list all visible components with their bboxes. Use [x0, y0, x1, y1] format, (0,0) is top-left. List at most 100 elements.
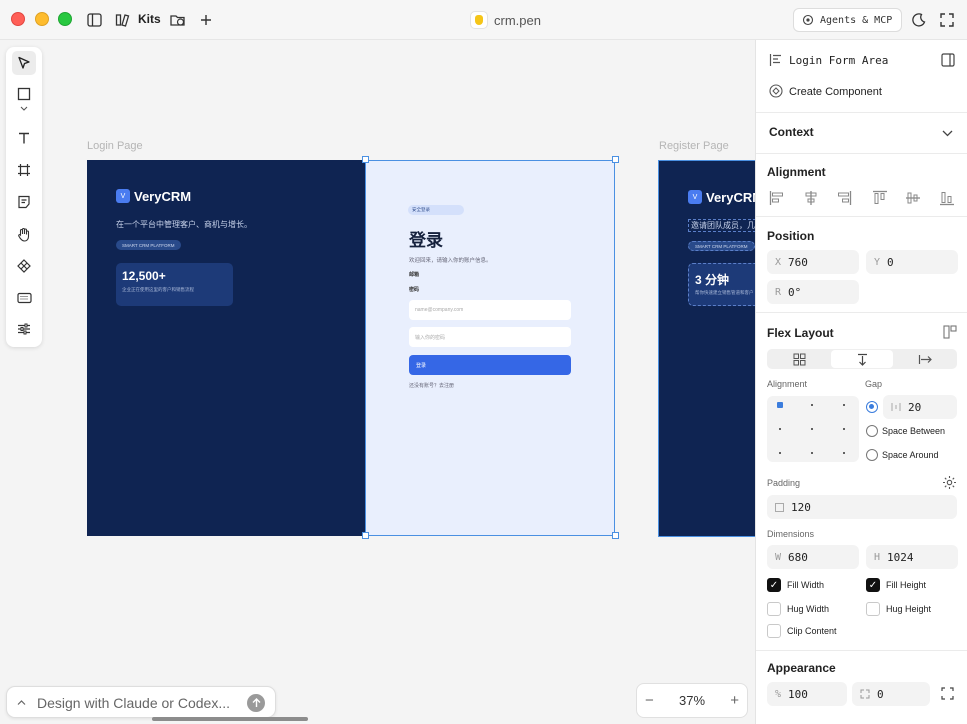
space-around-label[interactable]: Space Around	[882, 450, 939, 460]
kits-icon[interactable]	[113, 11, 131, 29]
toggle-panel-icon[interactable]	[941, 53, 955, 67]
gap-value[interactable]: 20	[908, 401, 921, 414]
email-input[interactable]: name@company.com	[409, 300, 571, 320]
alignment-cell[interactable]	[811, 452, 813, 454]
height-field[interactable]: H 1024	[866, 545, 958, 569]
x-field[interactable]: X 760	[767, 250, 859, 274]
radius-value[interactable]: 0	[877, 688, 884, 701]
selection-handle[interactable]	[612, 156, 619, 163]
hug-width-label[interactable]: Hug Width	[787, 604, 829, 614]
sidebar-toggle-icon[interactable]	[85, 11, 103, 29]
gap-radio[interactable]	[866, 401, 878, 413]
fullscreen-icon[interactable]	[938, 11, 956, 29]
alignment-cell[interactable]	[779, 452, 781, 454]
clip-content-checkbox[interactable]	[767, 624, 781, 638]
layout-horizontal-option[interactable]	[894, 350, 956, 368]
settings-sliders-icon[interactable]	[12, 317, 36, 341]
space-around-radio[interactable]	[866, 449, 878, 461]
layout-grid-option[interactable]	[768, 350, 830, 368]
kits-menu[interactable]: Kits	[138, 12, 161, 26]
expand-corners-icon[interactable]	[941, 687, 954, 700]
chevron-down-icon[interactable]	[942, 130, 953, 137]
selection-handle[interactable]	[362, 156, 369, 163]
padding-value[interactable]: 120	[791, 501, 811, 514]
zoom-level[interactable]: 37%	[679, 693, 705, 708]
zoom-window-button[interactable]	[58, 12, 72, 26]
alignment-selected-cell[interactable]	[777, 402, 783, 408]
align-right-icon[interactable]	[836, 190, 852, 206]
gap-field[interactable]: 20	[883, 395, 957, 419]
prompt-input[interactable]: Design with Claude or Codex...	[37, 695, 230, 711]
hug-width-checkbox[interactable]	[767, 602, 781, 616]
clip-content-label[interactable]: Clip Content	[787, 626, 837, 636]
register-link[interactable]: 还没有账号？去注册	[409, 382, 454, 389]
padding-settings-gear-icon[interactable]	[942, 475, 957, 490]
corner-radius-field[interactable]: 0	[852, 682, 930, 706]
create-component-button[interactable]: Create Component	[789, 86, 882, 98]
login-frame-label[interactable]: Login Page	[87, 140, 143, 152]
alignment-cell[interactable]	[811, 404, 813, 406]
shape-dropdown-chevron-icon[interactable]	[12, 103, 36, 115]
padding-field[interactable]: 120	[767, 495, 957, 519]
h-value[interactable]: 1024	[887, 551, 914, 564]
folder-clock-icon[interactable]	[169, 11, 187, 29]
alignment-cell[interactable]	[843, 452, 845, 454]
alignment-cell[interactable]	[811, 428, 813, 430]
keyboard-icon[interactable]	[12, 286, 36, 310]
x-value[interactable]: 760	[788, 256, 808, 269]
login-hero-panel[interactable]	[87, 160, 365, 536]
selection-handle[interactable]	[362, 532, 369, 539]
login-button[interactable]: 登录	[409, 355, 571, 375]
layer-name[interactable]: Login Form Area	[789, 54, 888, 67]
hug-height-label[interactable]: Hug Height	[886, 604, 931, 614]
w-value[interactable]: 680	[788, 551, 808, 564]
add-tab-icon[interactable]	[197, 11, 215, 29]
hand-tool-icon[interactable]	[12, 222, 36, 246]
component-tool-icon[interactable]	[12, 254, 36, 278]
login-form-area[interactable]	[365, 160, 615, 536]
align-top-icon[interactable]	[872, 190, 888, 206]
fill-height-checkbox[interactable]: ✓	[866, 578, 880, 592]
align-bottom-icon[interactable]	[939, 190, 955, 206]
y-value[interactable]: 0	[887, 256, 894, 269]
space-between-radio[interactable]	[866, 425, 878, 437]
alignment-cell[interactable]	[779, 428, 781, 430]
selection-handle[interactable]	[612, 532, 619, 539]
agents-mcp-button[interactable]: Agents & MCP	[793, 8, 903, 32]
register-page-frame[interactable]: V VeryCRM 邀请团队成员，几分 SMART CRM PLATFORM 3…	[658, 160, 755, 537]
align-center-h-icon[interactable]	[803, 190, 819, 206]
alignment-grid[interactable]	[767, 396, 859, 462]
send-button[interactable]	[247, 694, 265, 712]
close-window-button[interactable]	[11, 12, 25, 26]
rotation-field[interactable]: R 0°	[767, 280, 859, 304]
opacity-field[interactable]: % 100	[767, 682, 847, 706]
password-input[interactable]: 输入你的密码	[409, 327, 571, 347]
zoom-in-button[interactable]: +	[730, 692, 739, 709]
chevron-up-icon[interactable]	[17, 699, 26, 706]
note-tool-icon[interactable]	[12, 190, 36, 214]
alignment-cell[interactable]	[843, 404, 845, 406]
context-section-title[interactable]: Context	[769, 125, 814, 139]
zoom-out-button[interactable]: −	[645, 692, 654, 709]
layout-options-icon[interactable]	[943, 325, 957, 339]
minimize-window-button[interactable]	[35, 12, 49, 26]
fill-height-label[interactable]: Fill Height	[886, 580, 926, 590]
frame-tool-icon[interactable]	[12, 158, 36, 182]
register-frame-label[interactable]: Register Page	[659, 140, 729, 152]
opacity-value[interactable]: 100	[788, 688, 808, 701]
alignment-cell[interactable]	[843, 428, 845, 430]
move-tool-icon[interactable]	[12, 51, 36, 75]
layout-vertical-option[interactable]	[831, 350, 893, 368]
width-field[interactable]: W 680	[767, 545, 859, 569]
dark-mode-icon[interactable]	[910, 11, 928, 29]
text-tool-icon[interactable]	[12, 126, 36, 150]
fill-width-label[interactable]: Fill Width	[787, 580, 824, 590]
align-left-icon[interactable]	[769, 190, 785, 206]
space-between-label[interactable]: Space Between	[882, 426, 945, 436]
horizontal-scrollbar[interactable]	[152, 717, 308, 721]
align-center-v-icon[interactable]	[905, 190, 921, 206]
r-value[interactable]: 0°	[788, 286, 801, 299]
ai-prompt-box[interactable]: Design with Claude or Codex...	[6, 686, 276, 718]
y-field[interactable]: Y0	[866, 250, 958, 274]
fill-width-checkbox[interactable]: ✓	[767, 578, 781, 592]
